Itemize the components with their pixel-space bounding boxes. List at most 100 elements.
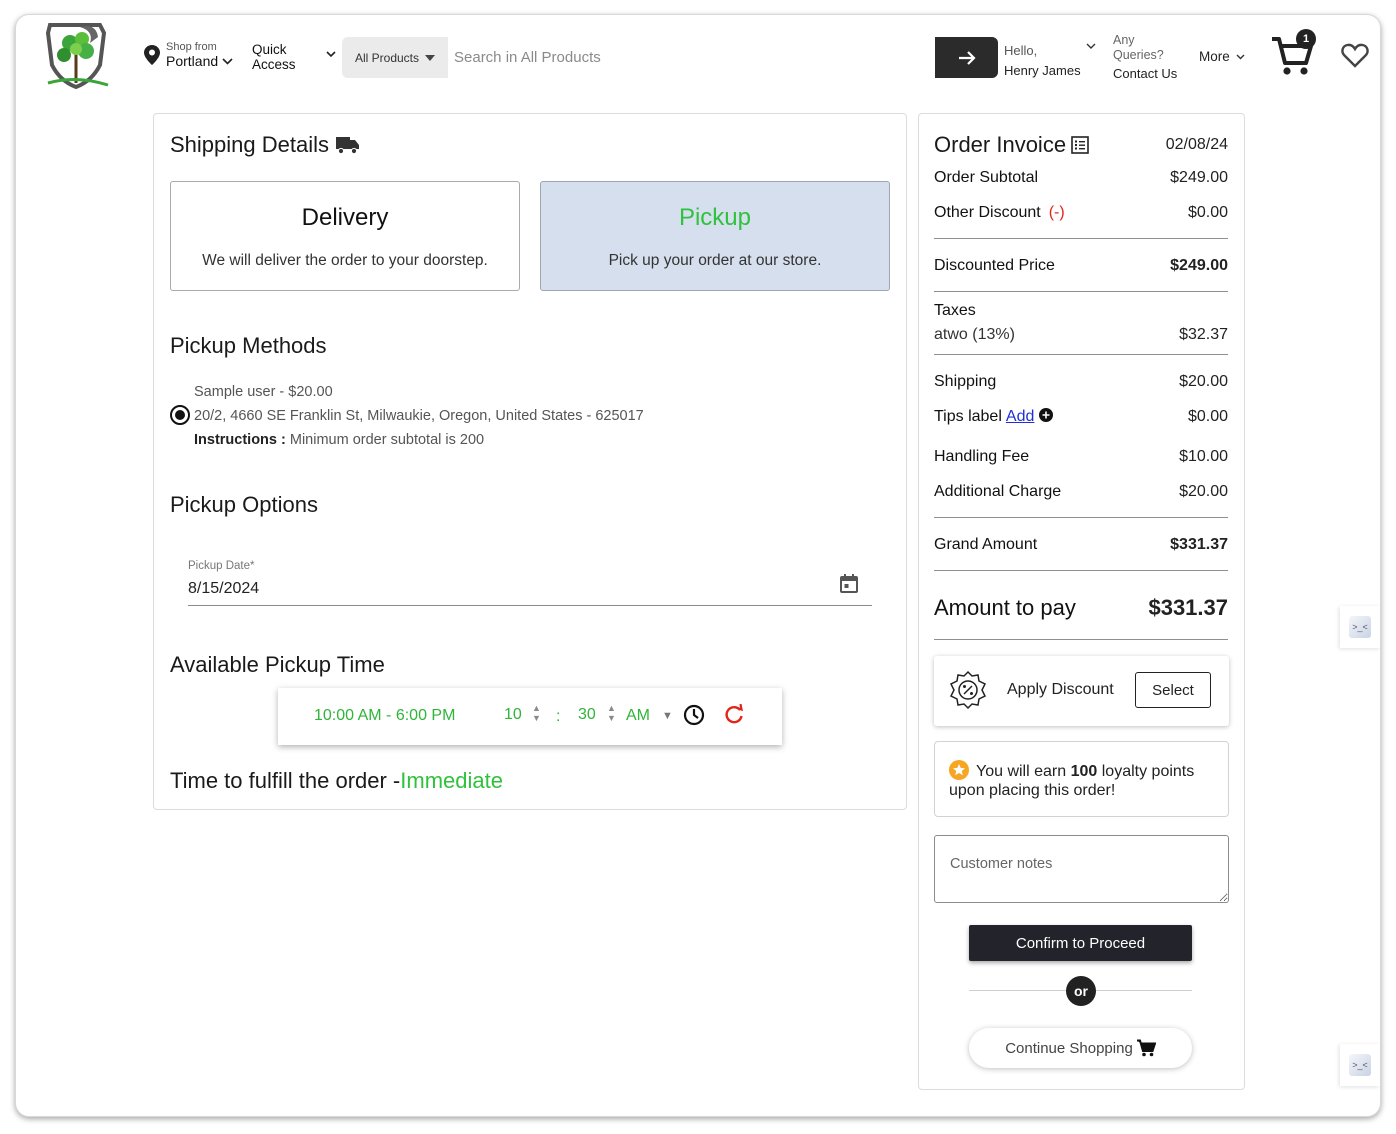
star-icon [949, 760, 969, 780]
taxes-label: Taxes [934, 302, 976, 319]
heart-icon[interactable] [1341, 43, 1369, 68]
additional-charge-row: Additional Charge $20.00 [934, 483, 1228, 501]
search-bar: All Products [342, 37, 998, 78]
account-menu[interactable]: Hello, Henry James [1004, 41, 1081, 81]
quick-access-label-1: Quick [252, 42, 287, 57]
pickup-method-address: 20/2, 4660 SE Franklin St, Milwaukie, Or… [194, 408, 644, 424]
plus-circle-icon[interactable] [1039, 408, 1054, 422]
pickup-method-radio[interactable] [170, 405, 190, 425]
grand-amount-row: Grand Amount $331.37 [934, 536, 1228, 554]
amount-to-pay-row: Amount to pay $331.37 [934, 595, 1228, 621]
chevron-down-icon[interactable] [1086, 43, 1096, 50]
page-frame: Shop from Portland Quick Access All Prod… [15, 14, 1381, 1117]
or-label: or [1066, 976, 1096, 1006]
more-menu[interactable]: More [1199, 49, 1245, 64]
clock-icon[interactable] [683, 704, 705, 726]
divider [934, 238, 1228, 239]
location-city: Portland [166, 53, 219, 69]
handling-fee-row: Handling Fee $10.00 [934, 448, 1228, 466]
time-colon: : [556, 708, 561, 725]
tax-value: $32.37 [1179, 326, 1228, 343]
amount-to-pay-label: Amount to pay [934, 595, 1076, 620]
user-name: Henry James [1004, 63, 1081, 78]
apply-discount-box: Apply Discount Select [934, 656, 1229, 726]
continue-shopping-button[interactable]: Continue Shopping [969, 1028, 1192, 1068]
delivery-description: We will deliver the order to your doorst… [202, 252, 488, 269]
pickup-date-field[interactable]: Pickup Date* 8/15/2024 [188, 560, 872, 606]
search-category-label: All Products [354, 50, 420, 65]
truck-icon [335, 136, 359, 154]
shipping-label: Shipping [934, 373, 997, 390]
customer-notes-input[interactable] [934, 835, 1229, 903]
invoice-list-icon [1071, 136, 1089, 154]
continue-shopping-label: Continue Shopping [1005, 1039, 1133, 1057]
chevron-down-icon [1236, 54, 1245, 59]
minute-input[interactable]: 30 [578, 706, 596, 724]
divider [934, 517, 1228, 518]
loyalty-points-value: 100 [1070, 763, 1098, 780]
side-widget-button[interactable]: >_< [1340, 1044, 1380, 1086]
divider [934, 570, 1228, 571]
pickup-description: Pick up your order at our store. [608, 252, 822, 269]
discounted-price-label: Discounted Price [934, 257, 1055, 274]
discount-negative-sign: (-) [1048, 204, 1065, 221]
delivery-option[interactable]: Delivery We will deliver the order to yo… [170, 181, 520, 291]
order-subtotal-row: Order Subtotal $249.00 [934, 169, 1228, 187]
select-discount-button[interactable]: Select [1135, 672, 1211, 708]
pickup-options-title: Pickup Options [170, 492, 318, 517]
discounted-price-value: $249.00 [1170, 257, 1228, 274]
pickup-date-value: 8/15/2024 [188, 580, 260, 597]
shipping-value: $20.00 [1179, 373, 1228, 390]
search-category-dropdown[interactable]: All Products [342, 37, 448, 78]
hour-spinner[interactable]: ▲ ▼ [532, 703, 541, 723]
side-widget-button[interactable]: >_< [1340, 606, 1380, 648]
hour-input[interactable]: 10 [504, 706, 522, 724]
contact-us-link[interactable]: Contact Us [1113, 66, 1177, 81]
minute-spinner[interactable]: ▲ ▼ [607, 703, 616, 723]
divider [934, 354, 1228, 355]
pickup-method-name: Sample user - $20.00 [194, 384, 333, 400]
fulfill-time-value: Immediate [400, 768, 503, 793]
invoice-date: 02/08/24 [1165, 136, 1228, 153]
tax-row: atwo (13%) $32.37 [934, 326, 1228, 344]
pickup-time-range: 10:00 AM - 6:00 PM [314, 707, 456, 724]
add-tip-link[interactable]: Add [1006, 408, 1034, 425]
ampm-select[interactable]: AM [626, 707, 650, 725]
delivery-title: Delivery [301, 204, 389, 231]
chevron-down-icon[interactable] [326, 51, 336, 58]
quick-access-menu[interactable]: Quick Access [252, 42, 296, 72]
queries-label-2: Queries? [1113, 48, 1164, 62]
widget-icon: >_< [1349, 616, 1371, 638]
handling-fee-value: $10.00 [1179, 448, 1228, 465]
shop-location-selector[interactable]: Shop from Portland [144, 41, 233, 69]
fulfill-time-text: Time to fulfill the order -Immediate [170, 768, 503, 794]
order-subtotal-label: Order Subtotal [934, 169, 1039, 186]
location-pin-icon [144, 45, 160, 65]
chevron-down-icon [222, 57, 233, 65]
search-button[interactable] [935, 37, 998, 78]
widget-icon: >_< [1349, 1054, 1371, 1076]
fulfill-time-label: Time to fulfill the order - [170, 768, 401, 793]
discount-badge-icon [949, 670, 987, 710]
grand-amount-label: Grand Amount [934, 536, 1038, 553]
pickup-option[interactable]: Pickup Pick up your order at our store. [540, 181, 890, 291]
arrow-right-icon [958, 50, 976, 65]
calendar-icon[interactable] [840, 574, 858, 593]
refresh-icon[interactable] [724, 704, 744, 726]
hello-label: Hello, [1004, 43, 1038, 58]
pickup-method-item[interactable]: Sample user - $20.00 20/2, 4660 SE Frank… [170, 380, 870, 452]
queries-contact: Any Queries? Contact Us [1113, 33, 1177, 81]
tips-label: Tips label [934, 408, 1002, 425]
divider [934, 291, 1228, 292]
confirm-to-proceed-button[interactable]: Confirm to Proceed [969, 925, 1192, 961]
shipping-details-card: Shipping Details Delivery We will delive… [153, 113, 907, 810]
store-logo[interactable] [40, 21, 114, 91]
apply-discount-label: Apply Discount [1007, 681, 1114, 698]
taxes-header-row: Taxes [934, 302, 1228, 320]
other-discount-row: Other Discount (-) $0.00 [934, 204, 1228, 222]
queries-label-1: Any [1113, 33, 1135, 47]
caret-down-icon[interactable]: ▼ [662, 710, 673, 722]
cart-icon [1136, 1039, 1156, 1057]
search-input[interactable] [448, 37, 935, 78]
pickup-methods-title: Pickup Methods [170, 333, 327, 358]
